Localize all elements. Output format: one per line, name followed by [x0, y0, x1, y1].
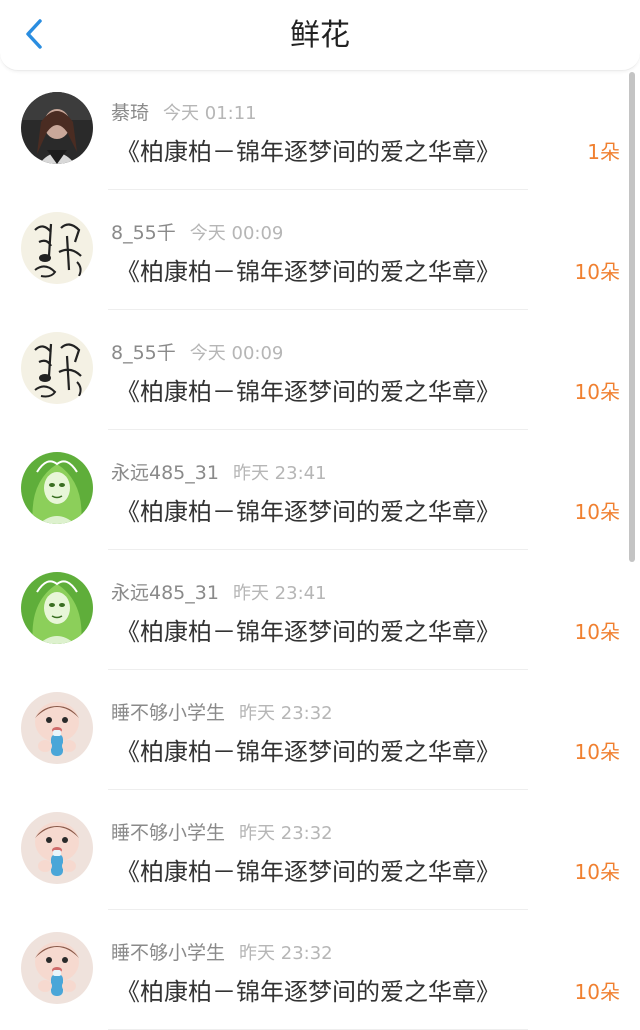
timestamp: 今天 00:09: [189, 223, 284, 244]
avatar-sketch-face[interactable]: [21, 212, 93, 284]
timestamp: 昨天 23:32: [239, 943, 333, 964]
book-title: 《柏康柏－锦年逐梦间的爱之华章》: [116, 738, 500, 766]
top-bar: 鲜花: [0, 0, 640, 71]
flower-count: 10朵: [574, 500, 620, 524]
user-name: 永远485_31: [111, 582, 219, 604]
list-item[interactable]: 綦琦 今天 01:11 《柏康柏－锦年逐梦间的爱之华章》 1朵: [0, 70, 640, 190]
list-item[interactable]: 8_55千 今天 00:09 《柏康柏－锦年逐梦间的爱之华章》 10朵: [0, 190, 640, 310]
book-title: 《柏康柏－锦年逐梦间的爱之华章》: [116, 978, 500, 1006]
user-name: 睡不够小学生: [111, 942, 226, 964]
flower-count: 10朵: [574, 380, 620, 404]
list-item[interactable]: 睡不够小学生 昨天 23:32 《柏康柏－锦年逐梦间的爱之华章》 10朵: [0, 670, 640, 790]
user-name: 8_55千: [111, 342, 176, 364]
user-name: 睡不够小学生: [111, 822, 226, 844]
timestamp: 昨天 23:41: [232, 463, 327, 484]
avatar-dark-portrait[interactable]: [21, 92, 93, 164]
timestamp: 昨天 23:41: [232, 583, 327, 604]
flower-count: 1朵: [587, 140, 620, 164]
timestamp: 昨天 23:32: [239, 703, 333, 724]
list-item[interactable]: 睡不够小学生 昨天 23:32 《柏康柏－锦年逐梦间的爱之华章》 10朵: [0, 790, 640, 910]
user-name: 8_55千: [111, 222, 176, 244]
flower-count: 10朵: [574, 260, 620, 284]
timestamp: 昨天 23:32: [239, 823, 333, 844]
book-title: 《柏康柏－锦年逐梦间的爱之华章》: [116, 138, 500, 166]
list-item[interactable]: 8_55千 今天 00:09 《柏康柏－锦年逐梦间的爱之华章》 10朵: [0, 310, 640, 430]
avatar-baby-bottle[interactable]: [21, 932, 93, 1004]
user-name: 永远485_31: [111, 462, 219, 484]
timestamp: 今天 01:11: [163, 103, 257, 124]
list-item[interactable]: 永远485_31 昨天 23:41 《柏康柏－锦年逐梦间的爱之华章》 10朵: [0, 430, 640, 550]
list-item[interactable]: 睡不够小学生 昨天 23:32 《柏康柏－锦年逐梦间的爱之华章》 10朵: [0, 910, 640, 1030]
book-title: 《柏康柏－锦年逐梦间的爱之华章》: [116, 858, 500, 886]
list-item[interactable]: 永远485_31 昨天 23:41 《柏康柏－锦年逐梦间的爱之华章》 10朵: [0, 550, 640, 670]
book-title: 《柏康柏－锦年逐梦间的爱之华章》: [116, 258, 500, 286]
page-title: 鲜花: [290, 18, 350, 53]
avatar-green-girl[interactable]: [21, 452, 93, 524]
flower-count: 10朵: [574, 740, 620, 764]
flower-gift-list: 綦琦 今天 01:11 《柏康柏－锦年逐梦间的爱之华章》 1朵 8_55千 今天 0…: [0, 70, 640, 1030]
book-title: 《柏康柏－锦年逐梦间的爱之华章》: [116, 378, 500, 406]
book-title: 《柏康柏－锦年逐梦间的爱之华章》: [116, 498, 500, 526]
avatar-sketch-face[interactable]: [21, 332, 93, 404]
avatar-baby-bottle[interactable]: [21, 812, 93, 884]
flower-count: 10朵: [574, 860, 620, 884]
flower-count: 10朵: [574, 620, 620, 644]
user-name: 綦琦: [111, 102, 150, 124]
user-name: 睡不够小学生: [111, 702, 226, 724]
book-title: 《柏康柏－锦年逐梦间的爱之华章》: [116, 618, 500, 646]
timestamp: 今天 00:09: [189, 343, 284, 364]
avatar-baby-bottle[interactable]: [21, 692, 93, 764]
flower-count: 10朵: [574, 980, 620, 1004]
avatar-green-girl[interactable]: [21, 572, 93, 644]
scrollbar[interactable]: [629, 72, 635, 562]
